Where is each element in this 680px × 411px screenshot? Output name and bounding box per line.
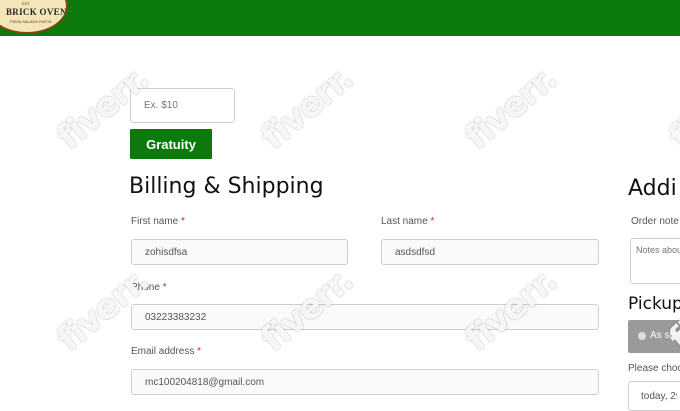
last-name-field[interactable]: [381, 239, 599, 265]
radio-dot-icon: [638, 332, 646, 340]
email-label: Email address *: [131, 346, 202, 357]
required-marker: *: [162, 282, 167, 293]
phone-field[interactable]: [131, 304, 599, 330]
fiverr-watermark: fiverr.: [661, 58, 680, 158]
first-name-field[interactable]: [131, 239, 348, 265]
gratuity-amount-input[interactable]: [130, 88, 235, 123]
first-name-label: First name *: [131, 216, 185, 227]
brick-oven-logo[interactable]: EST BRICK OVEN PIZZA SALADS PASTA: [0, 0, 68, 34]
gratuity-button[interactable]: Gratuity: [130, 129, 212, 159]
logo-subtitle-text: PIZZA SALADS PASTA: [10, 19, 52, 24]
fiverr-watermark: fiverr.: [253, 58, 361, 158]
required-marker: *: [181, 216, 185, 227]
phone-label: Phone *: [131, 282, 167, 293]
fiverr-watermark: fiverr.: [457, 58, 565, 158]
email-field[interactable]: [131, 369, 599, 395]
order-notes-label: Order note: [631, 216, 679, 227]
logo-established-text: EST: [22, 1, 30, 6]
additional-info-heading: Addi: [628, 176, 677, 201]
asap-pickup-option[interactable]: As soo: [628, 320, 680, 353]
choose-time-label: Please choo: [628, 363, 680, 374]
top-navigation-bar: EST BRICK OVEN PIZZA SALADS PASTA: [0, 0, 680, 36]
billing-shipping-heading: Billing & Shipping: [129, 174, 324, 199]
asap-option-label: As soo: [650, 330, 680, 341]
order-notes-textarea[interactable]: [630, 238, 680, 284]
last-name-label: Last name *: [381, 216, 435, 227]
fiverr-watermark-layer: fiverr. fiverr. fiverr. fiverr. fiverr. …: [0, 0, 680, 407]
pickup-heading: Pickup: [628, 294, 680, 314]
required-marker: *: [197, 346, 202, 357]
required-marker: *: [430, 216, 435, 227]
logo-name-text: BRICK OVEN: [6, 7, 67, 17]
